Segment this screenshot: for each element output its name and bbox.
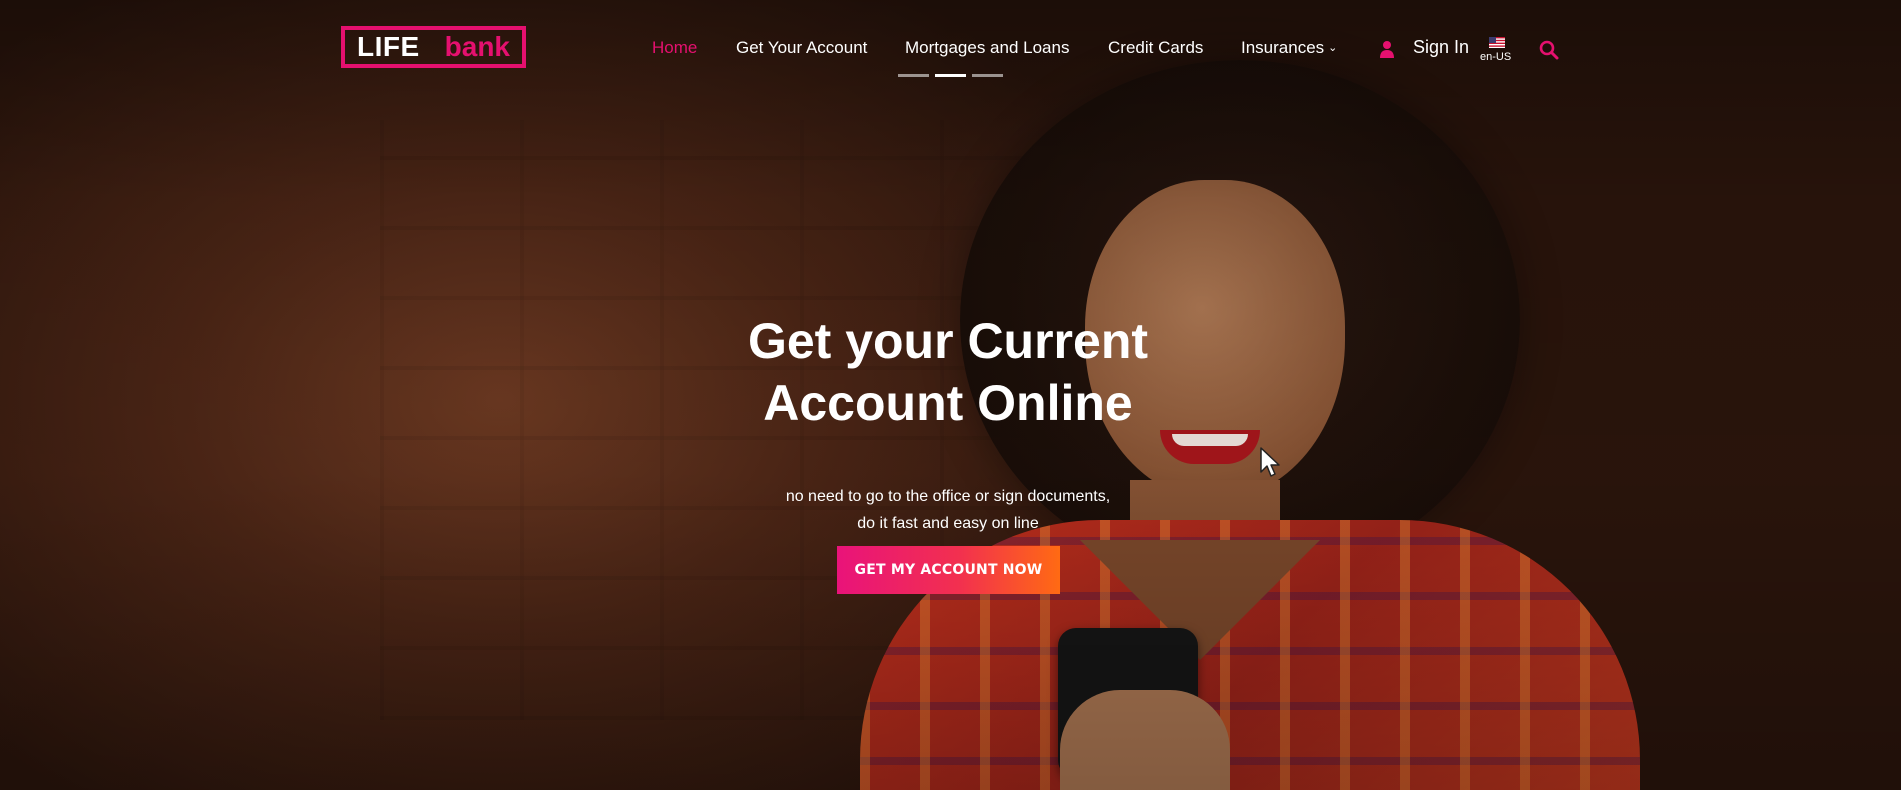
sign-in-link[interactable]: Sign In bbox=[1413, 37, 1469, 58]
nav-insurances[interactable]: Insurances ⌄ bbox=[1241, 38, 1337, 62]
nav-insurances-label: Insurances bbox=[1241, 38, 1325, 57]
hero-title: Get your Current Account Online bbox=[698, 310, 1198, 434]
us-flag-icon[interactable] bbox=[1489, 37, 1505, 48]
carousel-dot-1[interactable] bbox=[898, 74, 929, 77]
hero-title-line-1: Get your Current bbox=[747, 313, 1149, 369]
carousel-indicators bbox=[898, 74, 1003, 77]
logo-text-life: LIFE bbox=[357, 31, 420, 62]
search-icon[interactable] bbox=[1539, 40, 1559, 60]
hero-subtitle-line-1: no need to go to the office or sign docu… bbox=[785, 488, 1111, 505]
user-icon[interactable] bbox=[1380, 40, 1394, 58]
nav-mortgages-and-loans[interactable]: Mortgages and Loans bbox=[905, 38, 1069, 62]
nav-credit-cards[interactable]: Credit Cards bbox=[1108, 38, 1203, 62]
mouse-cursor-icon bbox=[1260, 447, 1280, 477]
get-my-account-now-button[interactable]: GET MY ACCOUNT NOW bbox=[837, 546, 1060, 594]
logo-link[interactable]: LIFE bank bbox=[341, 26, 526, 68]
hero-title-line-2: Account Online bbox=[763, 375, 1133, 431]
carousel-dot-2[interactable] bbox=[935, 74, 966, 77]
nav-get-your-account[interactable]: Get Your Account bbox=[736, 38, 867, 62]
hero-subtitle-line-2: do it fast and easy on line bbox=[857, 515, 1039, 532]
chevron-down-icon: ⌄ bbox=[1328, 42, 1338, 54]
hero-subtitle: no need to go to the office or sign docu… bbox=[698, 483, 1198, 537]
nav-home[interactable]: Home bbox=[652, 38, 697, 62]
carousel-dot-3[interactable] bbox=[972, 74, 1003, 77]
language-selector[interactable]: en-US bbox=[1480, 51, 1511, 63]
logo-text-bank: bank bbox=[444, 31, 510, 62]
